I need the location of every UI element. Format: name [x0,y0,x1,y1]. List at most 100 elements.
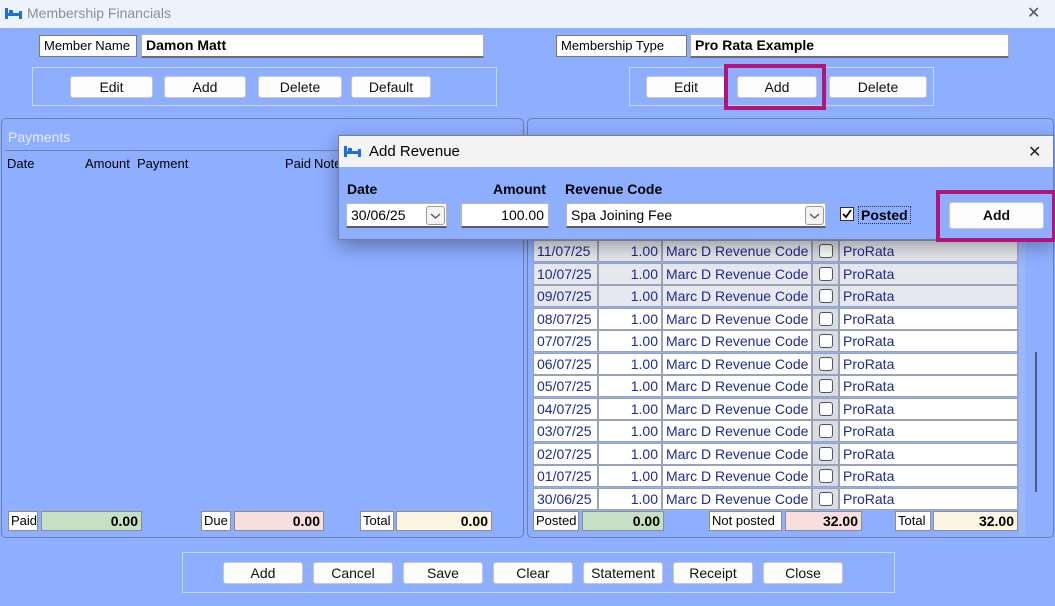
close-button[interactable]: Close [763,562,843,584]
revenue-total-label: Total [895,511,931,531]
revenue-posted-checkbox[interactable] [812,375,839,397]
checkbox-icon[interactable] [819,334,833,348]
checkmark-icon [842,209,852,219]
posted-value: 0.00 [582,511,664,531]
membership-type-field[interactable]: Pro Rata Example [690,34,1009,58]
revenue-cell-ref: ProRata [839,465,1018,487]
dialog-close-icon[interactable]: ✕ [1028,142,1041,162]
bed-icon [5,8,22,19]
cancel-button[interactable]: Cancel [313,562,393,584]
payments-header-payment: Payment [137,156,189,171]
revenue-cell-ref: ProRata [839,240,1018,262]
type-delete-button[interactable]: Delete [829,76,927,98]
revenue-cell-code: Marc D Revenue Code [662,285,812,307]
revenue-posted-checkbox[interactable] [812,397,839,420]
receipt-button[interactable]: Receipt [673,562,753,584]
dialog-revenue-code-value: Spa Joining Fee [571,207,673,223]
member-edit-button[interactable]: Edit [70,76,153,98]
revenue-posted-checkbox[interactable] [812,465,839,487]
bottom-add-button[interactable]: Add [223,562,303,584]
due-value: 0.00 [234,511,324,531]
revenue-cell-ref: ProRata [839,352,1018,375]
dialog-date-value: 30/06/25 [351,207,406,223]
dialog-title: Add Revenue [369,143,460,160]
revenue-cell-amount: 1.00 [598,465,662,487]
revenue-cell-date: 06/07/25 [533,352,598,375]
revenue-cell-date: 01/07/25 [533,465,598,487]
posted-checkbox-label[interactable]: Posted [858,206,911,224]
checkbox-icon[interactable] [819,491,833,506]
checkbox-icon[interactable] [819,401,833,416]
revenue-posted-checkbox[interactable] [812,487,839,510]
checkbox-icon[interactable] [819,244,833,258]
revenue-posted-checkbox[interactable] [812,420,839,442]
payments-header-paid: Paid [285,156,312,171]
revenue-cell-date: 03/07/25 [533,420,598,442]
checkbox-icon[interactable] [819,446,833,461]
member-name-label: Member Name [39,35,137,57]
revenue-posted-checkbox[interactable] [812,442,839,465]
revenue-cell-code: Marc D Revenue Code [662,262,812,285]
revenue-posted-checkbox[interactable] [812,307,839,330]
revenue-cell-code: Marc D Revenue Code [662,487,812,510]
dialog-date-picker[interactable]: 30/06/25 [346,203,447,228]
checkbox-icon[interactable] [819,289,833,303]
type-edit-button[interactable]: Edit [646,76,726,98]
revenue-scrollbar[interactable] [1019,240,1025,536]
revenue-posted-checkbox[interactable] [812,285,839,307]
revenue-cell-date: 10/07/25 [533,262,598,285]
payments-title: Payments [8,129,71,145]
revenue-cell-code: Marc D Revenue Code [662,352,812,375]
revenue-cell-amount: 1.00 [598,240,662,262]
member-name-field[interactable]: Damon Matt [141,34,484,58]
checkbox-icon[interactable] [819,379,833,393]
member-add-button[interactable]: Add [164,76,246,98]
checkbox-icon[interactable] [819,356,833,371]
revenue-cell-amount: 1.00 [598,420,662,442]
dialog-revenue-code-select[interactable]: Spa Joining Fee [566,203,826,228]
clear-button[interactable]: Clear [493,562,573,584]
statement-button[interactable]: Statement [583,562,663,584]
revenue-cell-amount: 1.00 [598,352,662,375]
member-delete-button[interactable]: Delete [258,76,342,98]
revenue-cell-ref: ProRata [839,487,1018,510]
revenue-cell-ref: ProRata [839,330,1018,352]
chevron-down-icon[interactable] [805,206,824,225]
checkbox-icon[interactable] [819,424,833,438]
posted-checkbox[interactable] [840,207,854,221]
type-add-button[interactable]: Add [737,76,817,98]
revenue-posted-checkbox[interactable] [812,262,839,285]
revenue-cell-ref: ProRata [839,397,1018,420]
revenue-cell-date: 08/07/25 [533,307,598,330]
add-revenue-dialog: Add Revenue ✕ Date Amount Revenue Code 3… [338,135,1055,242]
revenue-cell-date: 09/07/25 [533,285,598,307]
revenue-posted-checkbox[interactable] [812,330,839,352]
revenue-posted-checkbox[interactable] [812,240,839,262]
member-default-button[interactable]: Default [351,76,431,98]
revenue-cell-amount: 1.00 [598,307,662,330]
payments-total-label: Total [360,511,394,531]
revenue-cell-ref: ProRata [839,307,1018,330]
window-title: Membership Financials [27,5,171,21]
revenue-cell-amount: 1.00 [598,487,662,510]
revenue-total-value: 32.00 [933,511,1018,531]
revenue-scrollbar-thumb[interactable] [1035,352,1037,492]
dialog-revenue-code-label: Revenue Code [565,181,663,197]
save-button[interactable]: Save [403,562,483,584]
chevron-down-icon[interactable] [426,206,445,225]
revenue-posted-checkbox[interactable] [812,352,839,375]
not-posted-label: Not posted [709,511,782,531]
paid-value: 0.00 [41,511,142,531]
revenue-cell-amount: 1.00 [598,262,662,285]
payments-total-value: 0.00 [396,511,492,531]
revenue-cell-code: Marc D Revenue Code [662,307,812,330]
bed-icon [344,146,361,157]
dialog-amount-label: Amount [493,181,546,197]
revenue-cell-code: Marc D Revenue Code [662,420,812,442]
dialog-add-button[interactable]: Add [949,202,1044,229]
checkbox-icon[interactable] [819,266,833,281]
checkbox-icon[interactable] [819,311,833,326]
dialog-amount-input[interactable]: 100.00 [461,203,549,228]
checkbox-icon[interactable] [819,469,833,483]
window-close-icon[interactable]: ✕ [1027,3,1040,23]
